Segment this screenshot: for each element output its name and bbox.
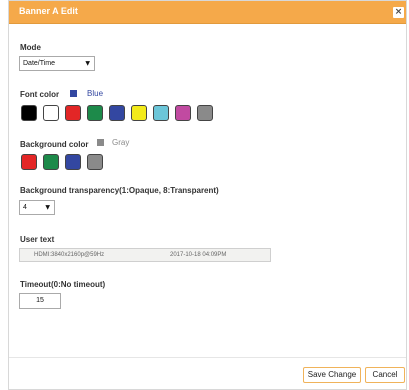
font-color-label: Font color	[20, 90, 60, 99]
mode-select-value: Date/Time	[23, 60, 56, 67]
font-color-swatch-magenta[interactable]	[175, 105, 191, 121]
chevron-down-icon: ▼	[45, 204, 50, 211]
font-color-swatch-yellow[interactable]	[131, 105, 147, 121]
font-color-swatch-cyan[interactable]	[153, 105, 169, 121]
background-color-swatch-green[interactable]	[43, 154, 59, 170]
font-color-swatch-green[interactable]	[87, 105, 103, 121]
chevron-down-icon: ▼	[85, 60, 90, 67]
transparency-select-value: 4	[23, 204, 27, 211]
mode-label: Mode	[20, 43, 41, 52]
background-color-swatch-blue[interactable]	[65, 154, 81, 170]
font-color-swatch-red[interactable]	[65, 105, 81, 121]
user-text-label: User text	[20, 235, 55, 244]
font-color-swatch-black[interactable]	[21, 105, 37, 121]
close-icon[interactable]: ×	[393, 7, 404, 18]
font-color-selected-swatch	[70, 90, 77, 97]
background-color-label: Background color	[20, 140, 89, 149]
dialog-titlebar: Banner A Edit ×	[9, 1, 406, 24]
background-color-selected-name: Gray	[112, 138, 130, 147]
user-text-right: 2017-10-18 04:09PM	[170, 252, 227, 258]
mode-select[interactable]: Date/Time ▼	[19, 56, 95, 71]
font-color-swatch-white[interactable]	[43, 105, 59, 121]
font-color-swatch-blue[interactable]	[109, 105, 125, 121]
user-text-left: HDMI:3840x2160p@59Hz	[34, 252, 105, 258]
dialog-title: Banner A Edit	[19, 6, 78, 16]
footer-divider	[9, 357, 406, 358]
background-color-swatch-gray[interactable]	[87, 154, 103, 170]
background-color-swatch-red[interactable]	[21, 154, 37, 170]
timeout-input[interactable]: 15	[19, 293, 61, 309]
font-color-selected-name: Blue	[87, 89, 104, 98]
timeout-label: Timeout(0:No timeout)	[20, 280, 106, 289]
transparency-select[interactable]: 4 ▼	[19, 200, 55, 215]
transparency-label: Background transparency(1:Opaque, 8:Tran…	[20, 186, 219, 195]
user-text-field[interactable]: HDMI:3840x2160p@59Hz 2017-10-18 04:09PM	[19, 248, 271, 262]
save-change-button[interactable]: Save Change	[303, 367, 361, 383]
background-color-selected-swatch	[97, 139, 104, 146]
cancel-button[interactable]: Cancel	[365, 367, 405, 383]
font-color-swatch-gray[interactable]	[197, 105, 213, 121]
banner-edit-dialog: Banner A Edit × Mode Date/Time ▼ Font co…	[8, 0, 407, 390]
